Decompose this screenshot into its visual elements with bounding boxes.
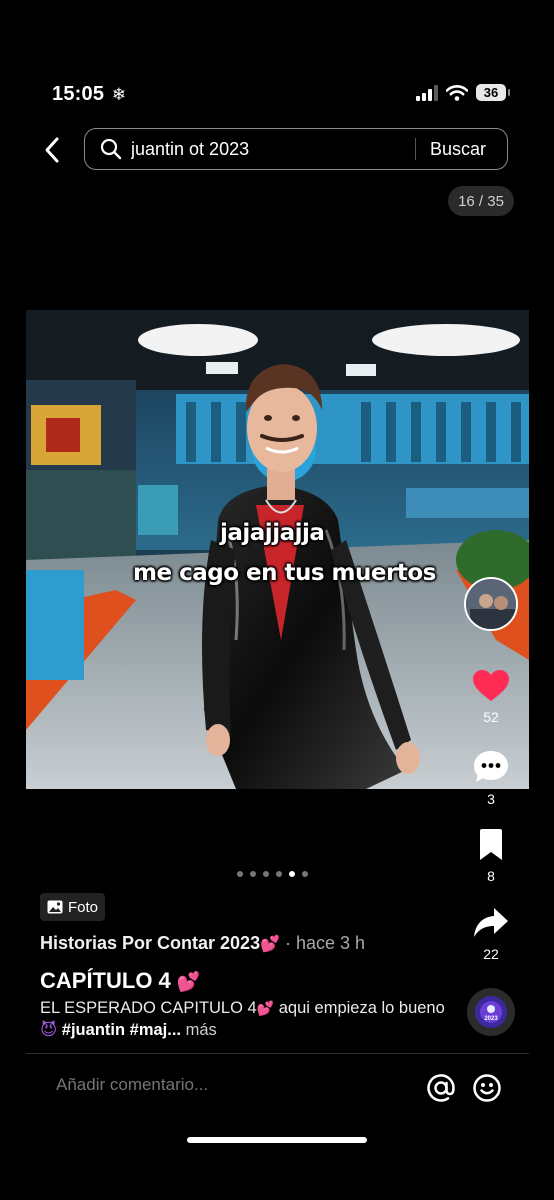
music-disc-icon	[475, 996, 507, 1028]
status-time: 15:05 ❄	[52, 83, 127, 105]
carousel-dot[interactable]	[250, 871, 256, 877]
post-time: · hace 3 h	[285, 933, 366, 953]
share-count: 22	[483, 946, 499, 962]
post-title: CAPÍTULO 4 💕	[40, 968, 201, 994]
creator-avatar[interactable]	[464, 577, 518, 631]
carousel-dot-active[interactable]	[289, 871, 295, 877]
emoji-button[interactable]	[472, 1073, 502, 1108]
mention-button[interactable]	[426, 1073, 456, 1108]
comment-bubble-icon	[474, 751, 508, 782]
carousel-dot[interactable]	[237, 871, 243, 877]
save-count: 8	[487, 868, 495, 884]
description-text-mid: aqui empieza lo bueno	[274, 999, 445, 1017]
carousel-dot[interactable]	[302, 871, 308, 877]
description-emoji-heart: 💕	[256, 1000, 275, 1016]
snowflake-icon: ❄	[111, 85, 127, 104]
search-submit-button[interactable]: Buscar	[430, 139, 486, 160]
save-button[interactable]: 8	[466, 829, 516, 884]
more-link[interactable]: más	[186, 1021, 217, 1039]
smiley-icon	[473, 1074, 501, 1102]
post-description[interactable]: EL ESPERADO CAPITULO 4💕 aqui empieza lo …	[40, 997, 460, 1041]
search-divider	[415, 138, 416, 160]
battery-level: 36	[483, 85, 499, 100]
post-photo[interactable]: jajajjajja me cago en tus muertos	[26, 310, 529, 789]
comment-divider	[26, 1053, 529, 1054]
carousel-dot[interactable]	[263, 871, 269, 877]
post-title-text: CAPÍTULO 4	[40, 968, 171, 993]
carousel-dot[interactable]	[276, 871, 282, 877]
at-sign-icon	[427, 1074, 455, 1102]
author-emoji: 💕	[260, 936, 280, 953]
image-icon	[47, 900, 63, 914]
heart-icon	[473, 670, 509, 701]
share-button[interactable]: 22	[466, 907, 516, 962]
description-emoji-devil: 😈	[40, 1021, 58, 1039]
signal-icon	[416, 84, 438, 101]
page-counter: 16 / 35	[448, 186, 514, 216]
chevron-left-icon	[45, 137, 59, 163]
photo-caption-line-2: me cago en tus muertos	[133, 560, 436, 586]
comment-button[interactable]: 3	[466, 750, 516, 807]
search-input[interactable]	[131, 138, 411, 160]
search-icon	[100, 138, 122, 160]
share-arrow-icon	[474, 908, 508, 937]
music-disc-button[interactable]: 2023	[467, 988, 515, 1036]
hashtag-link[interactable]: #juantin	[62, 1021, 125, 1039]
like-count: 52	[483, 709, 499, 725]
status-indicators: 36	[416, 84, 510, 101]
comment-count: 3	[487, 791, 495, 807]
home-indicator[interactable]	[187, 1137, 367, 1143]
comment-input[interactable]	[56, 1075, 396, 1095]
photo-caption-line-1: jajajjajja	[220, 520, 325, 546]
photo-scene	[26, 310, 529, 789]
carousel-dots	[237, 871, 308, 877]
music-disc-label: 2023	[484, 1016, 498, 1022]
wifi-icon	[446, 84, 468, 101]
battery-icon: 36	[476, 84, 510, 101]
bookmark-icon	[480, 829, 502, 860]
photo-type-badge: Foto	[40, 893, 106, 921]
photo-type-label: Foto	[68, 898, 99, 916]
author-name[interactable]: Historias Por Contar 2023	[40, 933, 260, 953]
hashtag-link[interactable]: #maj...	[130, 1021, 181, 1039]
title-emoji: 💕	[176, 972, 201, 993]
description-text-start: EL ESPERADO CAPITULO 4	[40, 999, 257, 1017]
back-button[interactable]	[38, 132, 68, 168]
author-line: Historias Por Contar 2023💕 · hace 3 h	[40, 933, 365, 954]
like-button[interactable]: 52	[466, 670, 516, 725]
search-bar[interactable]: Buscar	[84, 128, 508, 170]
